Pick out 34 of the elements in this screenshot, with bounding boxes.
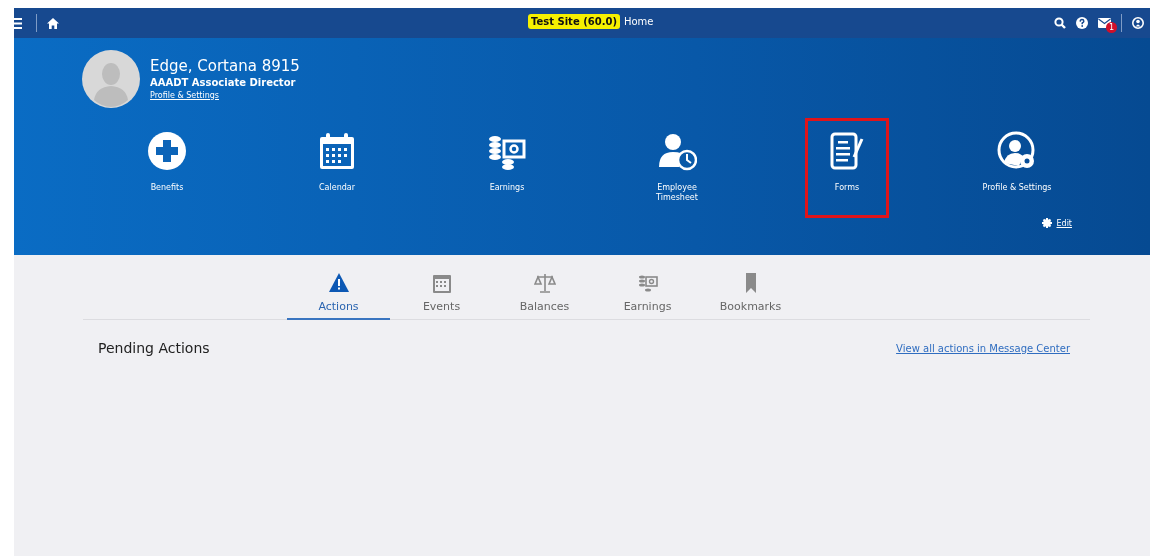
person-gear-icon: [997, 131, 1037, 171]
profile-settings-link[interactable]: Profile & Settings: [150, 89, 300, 102]
home-icon[interactable]: [47, 17, 59, 29]
tab[interactable]: Bookmarks: [699, 272, 802, 320]
page-title: Home: [624, 16, 654, 27]
section-heading: Pending Actions: [98, 340, 210, 356]
shortcut-tile[interactable]: Calendar: [295, 118, 379, 218]
scale-icon: [533, 272, 556, 294]
shortcut-tile[interactable]: Earnings: [465, 118, 549, 218]
avatar-silhouette: [82, 50, 140, 108]
site-badge: Test Site (60.0): [528, 14, 620, 29]
tab[interactable]: Balances: [493, 272, 596, 320]
user-name: Edge, Cortana 8915: [150, 56, 300, 76]
gear-icon: [1041, 218, 1052, 228]
plus-circle-icon: [147, 131, 187, 171]
tab[interactable]: Events: [390, 272, 493, 320]
calendar-icon: [317, 131, 357, 171]
menu-icon[interactable]: [14, 17, 22, 29]
help-icon[interactable]: [1076, 17, 1088, 29]
shortcut-tile[interactable]: Profile & Settings: [975, 118, 1059, 218]
user-account-icon[interactable]: [1132, 17, 1144, 29]
message-center-link[interactable]: View all actions in Message Center: [896, 342, 1070, 354]
calendar-icon: [430, 272, 453, 294]
person-clock-icon: [657, 131, 697, 171]
tab[interactable]: Earnings: [596, 272, 699, 320]
shortcut-tile[interactable]: Forms: [805, 118, 889, 218]
shortcut-tile[interactable]: Employee Timesheet: [635, 118, 719, 218]
search-icon[interactable]: [1054, 17, 1066, 29]
warning-icon: [327, 272, 350, 294]
notification-badge: 1: [1106, 22, 1118, 33]
edit-link[interactable]: Edit: [1056, 218, 1072, 228]
tab[interactable]: Actions: [287, 272, 390, 320]
shortcut-tile[interactable]: Benefits: [125, 118, 209, 218]
user-job-title: AAADT Associate Director: [150, 75, 297, 90]
